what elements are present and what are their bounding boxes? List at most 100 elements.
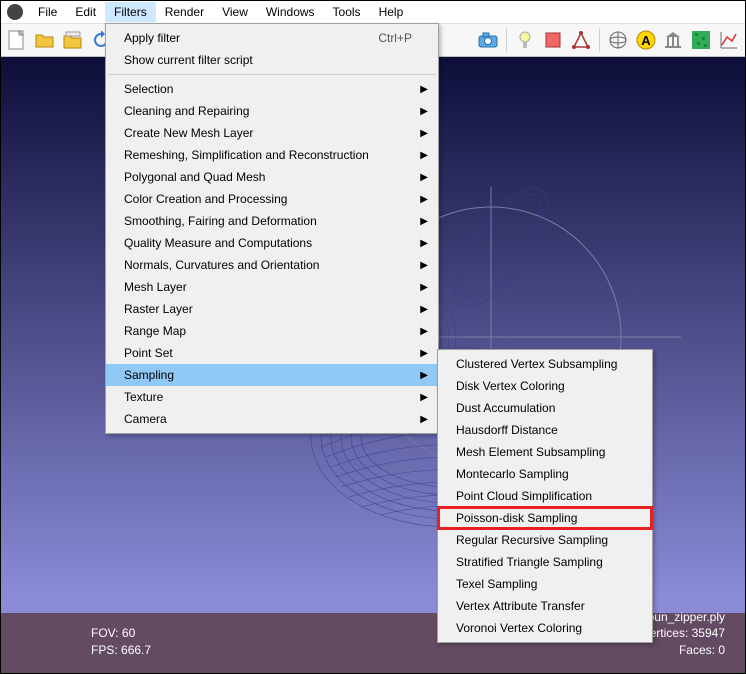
submenu-arrow-icon: ▶	[420, 128, 428, 139]
menu-item-label: Texture	[124, 390, 163, 404]
sampling-item-stratified-triangle-sampling[interactable]: Stratified Triangle Sampling	[438, 551, 652, 573]
menu-item-label: Camera	[124, 412, 167, 426]
menu-filters[interactable]: Filters	[105, 2, 156, 22]
filters-category-create-new-mesh-layer[interactable]: Create New Mesh Layer▶	[106, 122, 438, 144]
menu-item-label: Raster Layer	[124, 302, 193, 316]
vertices-value: 35947	[692, 626, 725, 640]
submenu-item-label: Regular Recursive Sampling	[456, 533, 608, 547]
filters-category-remeshing-simplification-and-reconstruction[interactable]: Remeshing, Simplification and Reconstruc…	[106, 144, 438, 166]
sampling-item-point-cloud-simplification[interactable]: Point Cloud Simplification	[438, 485, 652, 507]
select-face-icon[interactable]	[541, 27, 565, 53]
submenu-item-label: Poisson-disk Sampling	[456, 511, 577, 525]
submenu-arrow-icon: ▶	[420, 194, 428, 205]
chart-icon[interactable]	[717, 27, 741, 53]
noise-icon[interactable]	[689, 27, 713, 53]
submenu-arrow-icon: ▶	[420, 172, 428, 183]
menu-item-label: Quality Measure and Computations	[124, 236, 312, 250]
submenu-item-label: Disk Vertex Coloring	[456, 379, 565, 393]
sampling-item-disk-vertex-coloring[interactable]: Disk Vertex Coloring	[438, 375, 652, 397]
light-icon[interactable]	[513, 27, 537, 53]
filters-category-mesh-layer[interactable]: Mesh Layer▶	[106, 276, 438, 298]
fov-label: FOV:	[91, 626, 122, 640]
museum-icon[interactable]	[661, 27, 685, 53]
filters-category-point-set[interactable]: Point Set▶	[106, 342, 438, 364]
menu-separator	[108, 74, 436, 75]
filters-dropdown: Apply filter Ctrl+P Show current filter …	[105, 23, 439, 434]
menu-view[interactable]: View	[213, 2, 257, 22]
submenu-arrow-icon: ▶	[420, 282, 428, 293]
filters-category-selection[interactable]: Selection ▶	[106, 78, 438, 100]
fps-value: 666.7	[121, 643, 151, 657]
filters-category-range-map[interactable]: Range Map▶	[106, 320, 438, 342]
submenu-item-label: Montecarlo Sampling	[456, 467, 569, 481]
menu-tools[interactable]: Tools	[324, 2, 370, 22]
filters-category-quality-measure-and-computations[interactable]: Quality Measure and Computations ▶	[106, 232, 438, 254]
submenu-arrow-icon: ▶	[420, 106, 428, 117]
sampling-item-clustered-vertex-subsampling[interactable]: Clustered Vertex Subsampling	[438, 353, 652, 375]
filters-category-raster-layer[interactable]: Raster Layer▶	[106, 298, 438, 320]
svg-text:A: A	[641, 33, 651, 48]
filters-category-cleaning-and-repairing[interactable]: Cleaning and Repairing ▶	[106, 100, 438, 122]
submenu-item-label: Point Cloud Simplification	[456, 489, 592, 503]
sampling-item-montecarlo-sampling[interactable]: Montecarlo Sampling	[438, 463, 652, 485]
faces-label: Faces:	[679, 643, 718, 657]
filters-category-polygonal-and-quad-mesh[interactable]: Polygonal and Quad Mesh ▶	[106, 166, 438, 188]
menu-item-label: Smoothing, Fairing and Deformation	[124, 214, 317, 228]
menu-windows[interactable]: Windows	[257, 2, 324, 22]
sampling-submenu: Clustered Vertex Subsampling Disk Vertex …	[437, 349, 653, 643]
toolbar-separator	[599, 28, 600, 52]
new-doc-icon[interactable]	[5, 27, 29, 53]
open-folder-icon[interactable]	[33, 27, 57, 53]
menu-item-label: Polygonal and Quad Mesh	[124, 170, 265, 184]
filters-category-texture[interactable]: Texture ▶	[106, 386, 438, 408]
menu-render[interactable]: Render	[156, 2, 213, 22]
menu-item-label: Remeshing, Simplification and Reconstruc…	[124, 148, 369, 162]
submenu-item-label: Texel Sampling	[456, 577, 537, 591]
sampling-item-mesh-element-subsampling[interactable]: Mesh Element Subsampling	[438, 441, 652, 463]
submenu-arrow-icon: ▶	[420, 260, 428, 271]
menu-item-label: Color Creation and Processing	[124, 192, 287, 206]
submenu-arrow-icon: ▶	[420, 348, 428, 359]
submenu-arrow-icon: ▶	[420, 238, 428, 249]
submenu-arrow-icon: ▶	[420, 326, 428, 337]
sampling-item-poisson-disk-sampling[interactable]: Poisson-disk Sampling	[438, 507, 652, 529]
sampling-item-dust-accumulation[interactable]: Dust Accumulation	[438, 397, 652, 419]
submenu-arrow-icon: ▶	[420, 370, 428, 381]
menu-edit[interactable]: Edit	[66, 2, 105, 22]
open-project-icon[interactable]	[61, 27, 85, 53]
filters-category-sampling[interactable]: Sampling▶	[106, 364, 438, 386]
menu-show-script[interactable]: Show current filter script	[106, 49, 438, 71]
sampling-item-regular-recursive-sampling[interactable]: Regular Recursive Sampling	[438, 529, 652, 551]
submenu-arrow-icon: ▶	[420, 414, 428, 425]
submenu-arrow-icon: ▶	[420, 84, 428, 95]
filters-category-camera[interactable]: Camera ▶	[106, 408, 438, 430]
overlay-stats-left: FOV: 60 FPS: 666.7	[91, 625, 151, 659]
submenu-item-label: Vertex Attribute Transfer	[456, 599, 585, 613]
sampling-item-hausdorff-distance[interactable]: Hausdorff Distance	[438, 419, 652, 441]
submenu-item-label: Dust Accumulation	[456, 401, 555, 415]
sampling-item-texel-sampling[interactable]: Texel Sampling	[438, 573, 652, 595]
camera-icon[interactable]	[476, 27, 500, 53]
menu-bar: File Edit Filters Render View Windows To…	[1, 1, 745, 23]
sampling-item-voronoi-vertex-coloring[interactable]: Voronoi Vertex Coloring	[438, 617, 652, 639]
globe-icon[interactable]	[606, 27, 630, 53]
select-vert-icon[interactable]	[569, 27, 593, 53]
submenu-arrow-icon: ▶	[420, 150, 428, 161]
filters-category-normals-curvatures-and-orientation[interactable]: Normals, Curvatures and Orientation▶	[106, 254, 438, 276]
submenu-arrow-icon: ▶	[420, 392, 428, 403]
menu-item-label: Cleaning and Repairing	[124, 104, 249, 118]
fov-value: 60	[122, 626, 135, 640]
menu-item-label: Selection	[124, 82, 173, 96]
menu-apply-filter-shortcut: Ctrl+P	[378, 31, 412, 45]
menu-apply-filter-label: Apply filter	[124, 31, 180, 45]
filters-category-smoothing-fairing-and-deformation[interactable]: Smoothing, Fairing and Deformation▶	[106, 210, 438, 232]
submenu-item-label: Clustered Vertex Subsampling	[456, 357, 617, 371]
menu-file[interactable]: File	[29, 2, 66, 22]
menu-apply-filter[interactable]: Apply filter Ctrl+P	[106, 27, 438, 49]
sampling-item-vertex-attribute-transfer[interactable]: Vertex Attribute Transfer	[438, 595, 652, 617]
filters-category-color-creation-and-processing[interactable]: Color Creation and Processing ▶	[106, 188, 438, 210]
submenu-item-label: Mesh Element Subsampling	[456, 445, 605, 459]
measure-a-icon[interactable]: A	[634, 27, 658, 53]
menu-help[interactable]: Help	[370, 2, 413, 22]
submenu-item-label: Stratified Triangle Sampling	[456, 555, 603, 569]
